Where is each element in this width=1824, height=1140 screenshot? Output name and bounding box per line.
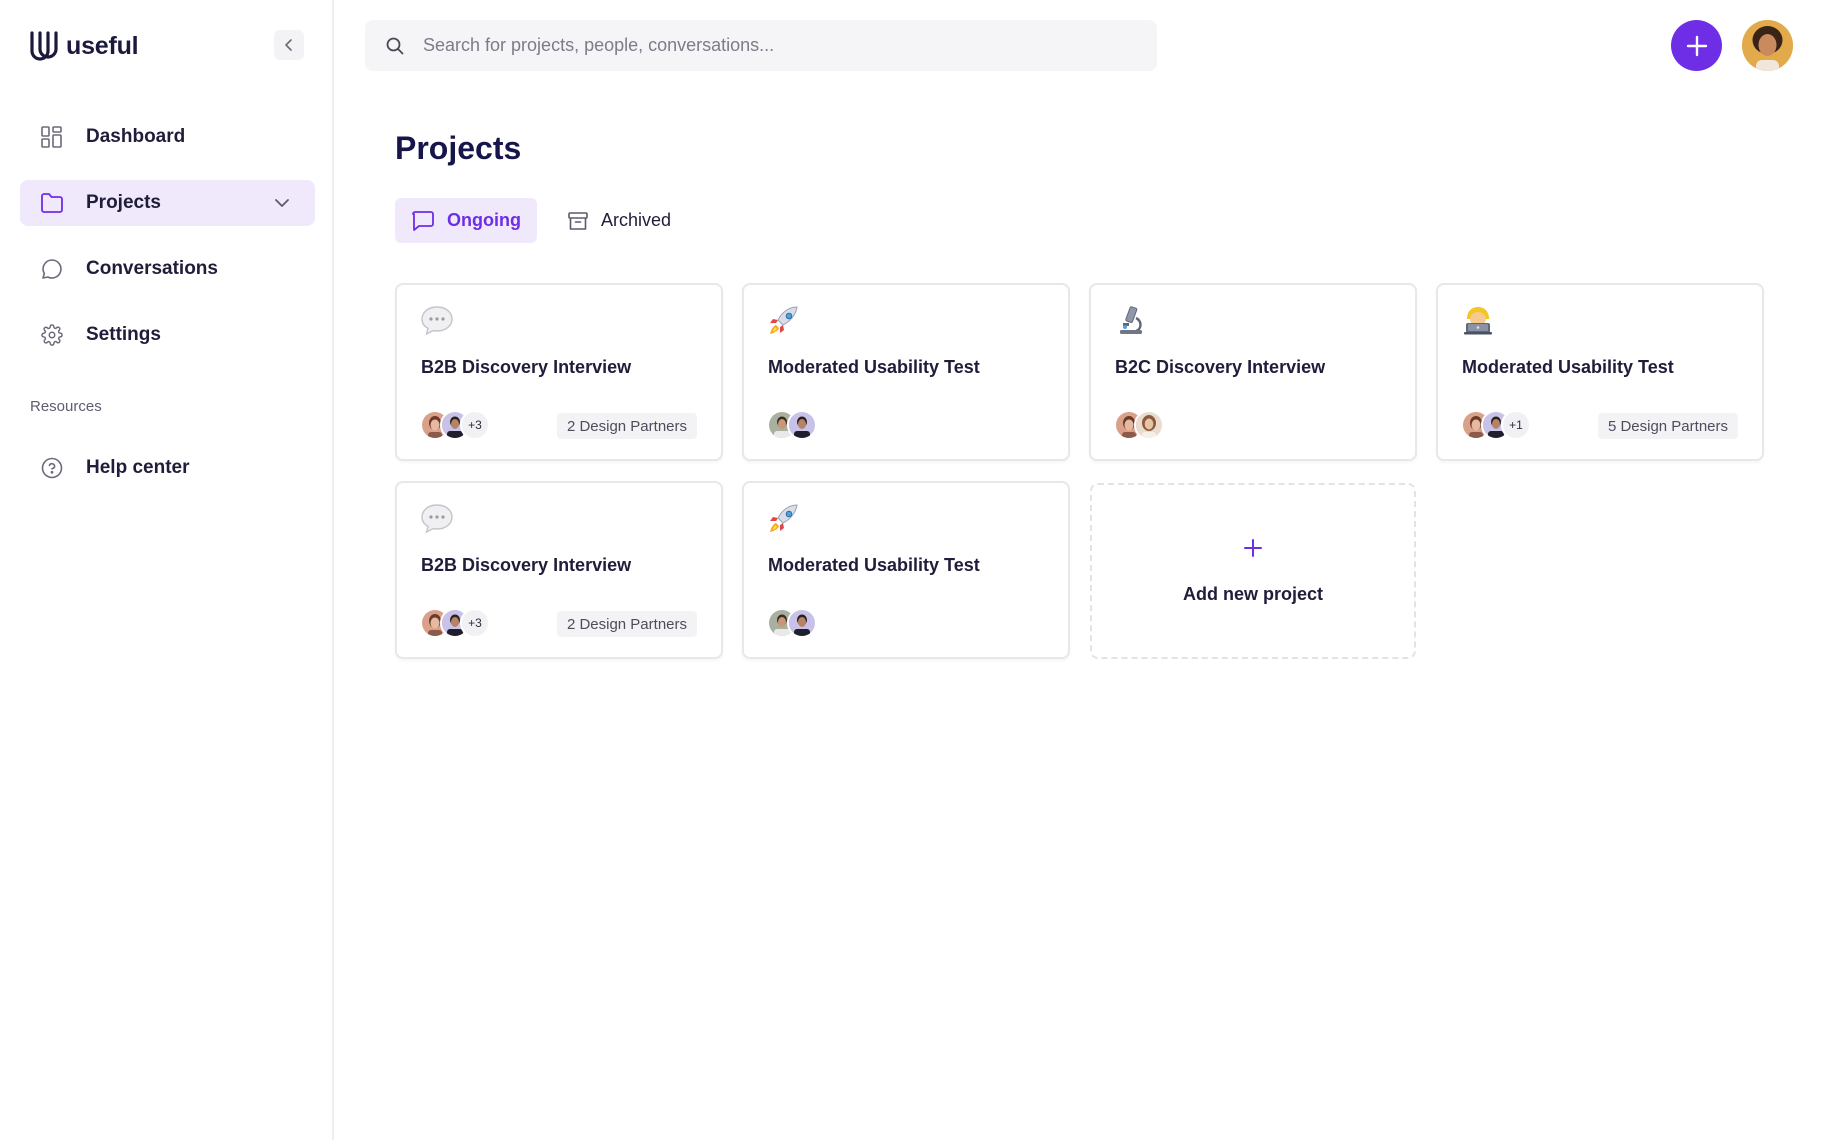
more-participants-badge: +1 <box>1501 410 1531 440</box>
chevron-left-icon <box>285 39 292 51</box>
user-avatar-image <box>1742 20 1793 71</box>
plus-icon <box>1686 35 1707 56</box>
sidebar-item-label: Conversations <box>86 258 218 279</box>
design-partners-badge: 2 Design Partners <box>556 611 697 637</box>
project-card[interactable]: B2B Discovery Interview +3 2 Design Part… <box>395 283 723 461</box>
search-icon <box>386 37 404 54</box>
project-title: Moderated Usability Test <box>768 555 980 575</box>
chevron-down-icon[interactable] <box>271 192 293 214</box>
tab-label: Ongoing <box>447 210 521 230</box>
archive-box-icon <box>568 211 588 230</box>
sidebar-item-conversations[interactable]: Conversations <box>20 246 315 292</box>
sidebar-item-label: Settings <box>86 324 161 345</box>
avatar <box>787 410 817 440</box>
participant-avatars <box>767 410 817 440</box>
add-button[interactable] <box>1671 20 1722 71</box>
add-new-project-card[interactable]: Add new project <box>1090 483 1416 659</box>
project-title: B2B Discovery Interview <box>421 555 632 575</box>
user-avatar[interactable] <box>1742 20 1793 71</box>
sidebar-item-label: Help center <box>86 457 190 478</box>
useful-logo-icon <box>30 31 58 61</box>
sidebar: useful Dashboard Projects Conversations <box>0 0 334 1140</box>
speech-bubble-icon <box>421 504 453 534</box>
design-partners-badge: 5 Design Partners <box>1597 413 1738 439</box>
technologist-icon <box>1464 307 1492 335</box>
project-card[interactable]: B2B Discovery Interview +3 2 Design Part… <box>395 481 723 659</box>
speech-bubble-icon <box>421 306 453 336</box>
sidebar-item-label: Dashboard <box>86 126 186 147</box>
participant-avatars: +1 <box>1461 410 1531 440</box>
participant-avatars: +3 <box>420 410 490 440</box>
project-card[interactable]: Moderated Usability Test <box>742 481 1070 659</box>
participant-avatars: +3 <box>420 608 490 638</box>
sidebar-item-dashboard[interactable]: Dashboard <box>20 114 315 160</box>
tab-label: Archived <box>600 210 672 230</box>
microscope-icon <box>1120 306 1142 334</box>
help-circle-icon <box>40 456 64 480</box>
brand-name: useful <box>66 31 139 60</box>
participant-avatars <box>767 608 817 638</box>
page-title: Projects <box>395 130 522 166</box>
grid-icon <box>40 125 64 149</box>
design-partners-badge: 2 Design Partners <box>556 413 697 439</box>
plus-icon <box>1244 539 1262 557</box>
rocket-icon <box>770 504 798 532</box>
project-card[interactable]: B2C Discovery Interview <box>1089 283 1417 461</box>
project-card[interactable]: Moderated Usability Test +1 5 Design Par… <box>1436 283 1764 461</box>
add-new-project-label: Add new project <box>1182 584 1323 604</box>
resources-nav: Help center <box>20 445 315 511</box>
message-square-icon <box>412 210 434 231</box>
sidebar-item-projects[interactable]: Projects <box>20 180 315 226</box>
project-title: B2C Discovery Interview <box>1115 357 1326 377</box>
sidebar-item-help-center[interactable]: Help center <box>20 445 315 491</box>
collapse-sidebar-button[interactable] <box>274 30 304 60</box>
more-participants-badge: +3 <box>460 410 490 440</box>
project-title: Moderated Usability Test <box>768 357 980 377</box>
app-logo[interactable]: useful <box>28 28 139 64</box>
sidebar-item-label: Projects <box>86 192 161 213</box>
gear-icon <box>40 323 64 347</box>
rocket-icon <box>770 306 798 334</box>
project-title: B2B Discovery Interview <box>421 357 632 377</box>
project-tabs: Ongoing Archived <box>395 198 687 243</box>
project-card[interactable]: Moderated Usability Test <box>742 283 1070 461</box>
folder-icon <box>40 191 64 215</box>
avatar <box>787 608 817 638</box>
search-bar[interactable] <box>365 20 1157 71</box>
project-title: Moderated Usability Test <box>1462 357 1674 377</box>
avatar <box>1134 410 1164 440</box>
tab-ongoing[interactable]: Ongoing <box>395 198 537 243</box>
more-participants-badge: +3 <box>460 608 490 638</box>
participant-avatars <box>1114 410 1164 440</box>
chat-bubble-icon <box>40 257 64 281</box>
search-input[interactable] <box>423 35 1103 56</box>
sidebar-item-settings[interactable]: Settings <box>20 312 315 358</box>
sidebar-nav: Dashboard Projects Conversations Setting… <box>20 114 315 378</box>
resources-heading: Resources <box>30 398 102 415</box>
tab-archived[interactable]: Archived <box>551 198 687 243</box>
